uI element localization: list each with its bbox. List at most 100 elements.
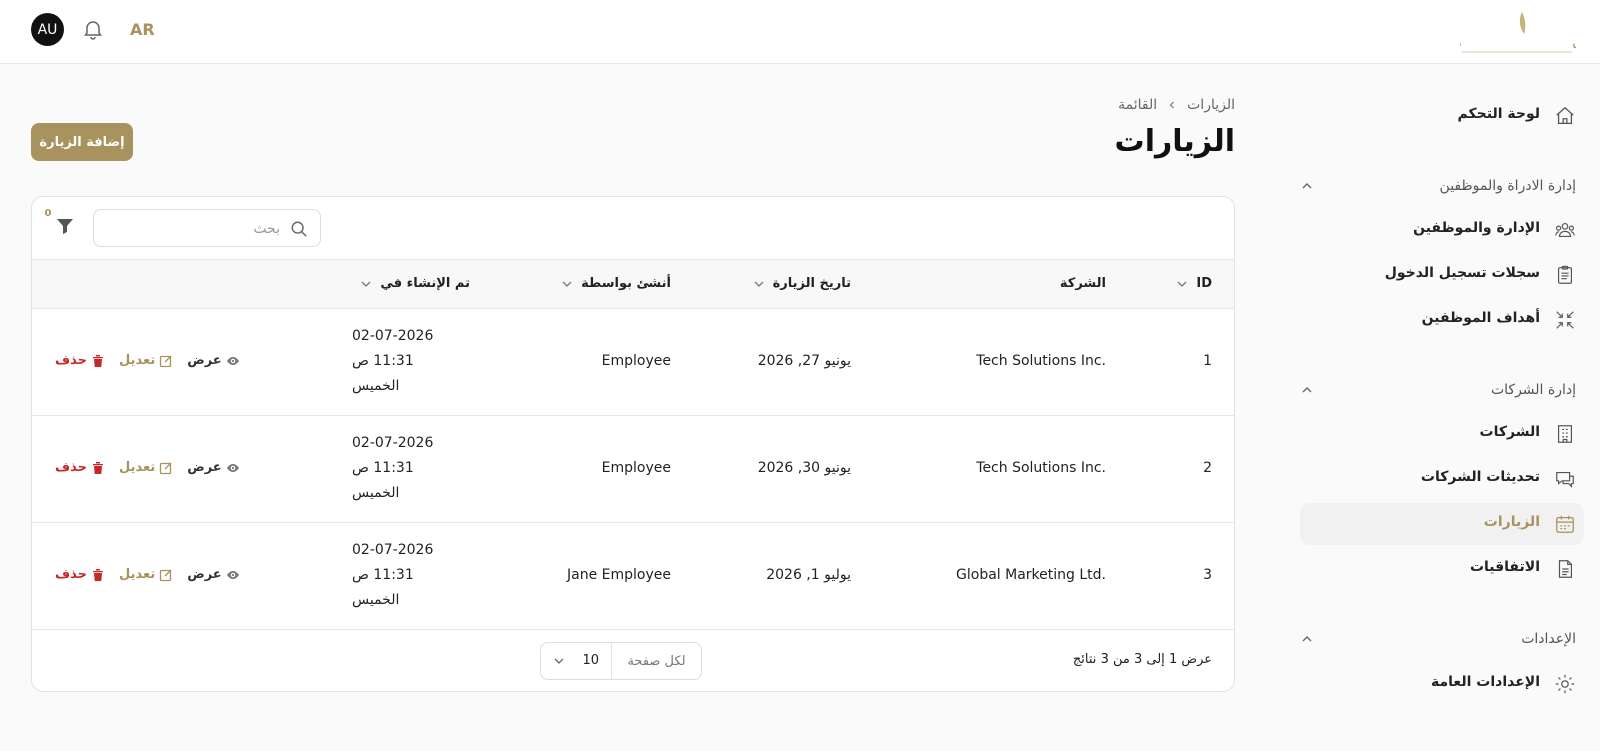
table-header: ID الشركة تاريخ الزيارة أنشئ بواسطة تم ا… <box>32 259 1234 309</box>
cell-created-by: Employee <box>601 353 671 369</box>
column-visit-date[interactable]: تاريخ الزيارة <box>753 276 851 291</box>
cell-created-at: 02-07-2026 11:31 ص الخميس <box>352 431 444 506</box>
column-label: أنشئ بواسطة <box>581 276 671 291</box>
edit-label: تعديل <box>118 353 156 368</box>
view-button[interactable]: عرض <box>187 460 239 475</box>
edit-button[interactable]: تعديل <box>119 353 173 368</box>
column-created-at[interactable]: تم الإنشاء في <box>360 276 470 291</box>
trash-icon <box>92 568 103 581</box>
edit-button[interactable]: تعديل <box>119 567 173 582</box>
sidebar-item-login-logs[interactable]: سجلات تسجيل الدخول <box>1300 254 1584 296</box>
cell-company: Global Marketing Ltd. <box>956 567 1106 583</box>
cell-created-at: 02-07-2026 11:31 ص الخميس <box>352 538 444 613</box>
created-date: 02-07-2026 <box>352 542 434 558</box>
chevron-down-icon <box>361 281 371 287</box>
cell-id: 2 <box>1203 460 1212 476</box>
delete-button[interactable]: حذف <box>55 353 105 368</box>
per-page-select[interactable]: 10 <box>541 643 613 679</box>
filter-icon[interactable] <box>55 216 75 236</box>
delete-label: حذف <box>55 460 87 475</box>
eye-icon <box>226 356 239 365</box>
sidebar: لوحة التحكم إدارة الادراة والموظفين الإد… <box>1268 64 1600 751</box>
sidebar-item-management-staff[interactable]: الإدارة والموظفين <box>1300 209 1584 251</box>
delete-button[interactable]: حذف <box>55 460 105 475</box>
column-label: تاريخ الزيارة <box>772 276 851 291</box>
page-title: الزيارات <box>1114 124 1235 159</box>
view-label: عرض <box>187 353 222 368</box>
edit-button[interactable]: تعديل <box>119 460 173 475</box>
section-title: إدارة الشركات <box>1490 382 1576 398</box>
edit-icon <box>160 569 172 581</box>
created-day: الخميس <box>352 592 400 608</box>
column-label: تم الإنشاء في <box>380 276 470 291</box>
cell-created-by: Employee <box>601 460 671 476</box>
eye-icon <box>226 570 239 579</box>
sidebar-item-label: أهداف الموظفين <box>1421 310 1540 326</box>
sidebar-item-label: تحديثات الشركات <box>1420 469 1540 485</box>
table-row: 1 Tech Solutions Inc. يونيو 27, 2026 Emp… <box>32 309 1234 416</box>
view-label: عرض <box>187 567 222 582</box>
users-icon <box>1555 222 1575 238</box>
created-time: 11:31 ص <box>352 353 414 369</box>
created-date: 02-07-2026 <box>352 328 434 344</box>
add-visit-button[interactable]: إضافة الزيارة <box>31 123 133 161</box>
table-row: 3 Global Marketing Ltd. يوليو 1, 2026 Ja… <box>32 523 1234 630</box>
sidebar-item-company-updates[interactable]: تحديثات الشركات <box>1300 458 1584 500</box>
column-created-by[interactable]: أنشئ بواسطة <box>561 276 671 291</box>
sidebar-item-label: الإعدادات العامة <box>1431 674 1540 690</box>
sidebar-item-label: الشركات <box>1479 424 1540 440</box>
breadcrumb: الزيارات القائمة <box>1118 97 1235 113</box>
chevron-down-icon <box>562 281 572 287</box>
home-icon <box>1556 106 1574 124</box>
table-row: 2 Tech Solutions Inc. يونيو 30, 2026 Emp… <box>32 416 1234 523</box>
section-companies[interactable]: إدارة الشركات <box>1300 378 1576 404</box>
per-page-control: لكل صفحة 10 <box>540 642 702 680</box>
section-title: الإعدادات <box>1521 631 1576 647</box>
chat-icon <box>1556 471 1574 488</box>
sidebar-item-visits[interactable]: الزيارات <box>1300 503 1584 545</box>
section-title: إدارة الادراة والموظفين <box>1439 178 1576 194</box>
sidebar-item-companies[interactable]: الشركات <box>1300 413 1584 455</box>
gear-icon <box>1555 674 1575 694</box>
edit-label: تعديل <box>118 567 156 582</box>
created-time: 11:31 ص <box>352 567 414 583</box>
view-label: عرض <box>187 460 222 475</box>
sidebar-item-label: الإدارة والموظفين <box>1413 220 1540 236</box>
created-time: 11:31 ص <box>352 460 414 476</box>
section-settings[interactable]: الإعدادات <box>1300 627 1576 653</box>
column-company[interactable]: الشركة <box>1060 276 1106 291</box>
sidebar-item-agreements[interactable]: الاتفاقيات <box>1300 548 1584 590</box>
cell-created-at: 02-07-2026 11:31 ص الخميس <box>352 324 444 399</box>
edit-label: تعديل <box>118 460 156 475</box>
collapse-arrows-icon <box>1556 311 1574 329</box>
svg-text:بـودل: بـودل <box>1572 32 1576 50</box>
per-page-label: لكل صفحة <box>611 643 701 679</box>
sidebar-item-employee-goals[interactable]: أهداف الموظفين <box>1300 299 1584 341</box>
chevron-up-icon <box>1302 636 1312 642</box>
table-footer: عرض 1 إلى 3 من 3 نتائج لكل صفحة 10 <box>32 630 1234 691</box>
breadcrumb-list: القائمة <box>1118 97 1158 113</box>
top-bar: AU AR BOUDL بـودل <box>0 0 1600 64</box>
sidebar-item-general-settings[interactable]: الإعدادات العامة <box>1300 663 1584 705</box>
boudl-logo: BOUDL بـودل <box>1410 8 1600 58</box>
section-admin-staff[interactable]: إدارة الادراة والموظفين <box>1300 174 1576 200</box>
delete-label: حذف <box>55 353 87 368</box>
language-switch[interactable]: AR <box>130 20 155 39</box>
building-icon <box>1557 425 1573 443</box>
view-button[interactable]: عرض <box>187 567 239 582</box>
sidebar-item-dashboard[interactable]: لوحة التحكم <box>1300 95 1584 137</box>
filter-count-badge: 0 <box>41 206 55 220</box>
chevron-down-icon <box>1177 281 1187 287</box>
chevron-left-icon <box>1169 101 1175 109</box>
delete-button[interactable]: حذف <box>55 567 105 582</box>
view-button[interactable]: عرض <box>187 353 239 368</box>
cell-visit-date: يوليو 1, 2026 <box>766 567 851 583</box>
edit-icon <box>160 462 172 474</box>
user-avatar[interactable]: AU <box>31 13 64 46</box>
bell-icon[interactable] <box>81 17 105 41</box>
row-actions: حذف تعديل عرض <box>55 567 240 582</box>
column-id[interactable]: ID <box>1176 276 1212 291</box>
breadcrumb-visits[interactable]: الزيارات <box>1187 97 1235 113</box>
search-input[interactable] <box>110 218 280 240</box>
search-box <box>93 209 321 247</box>
